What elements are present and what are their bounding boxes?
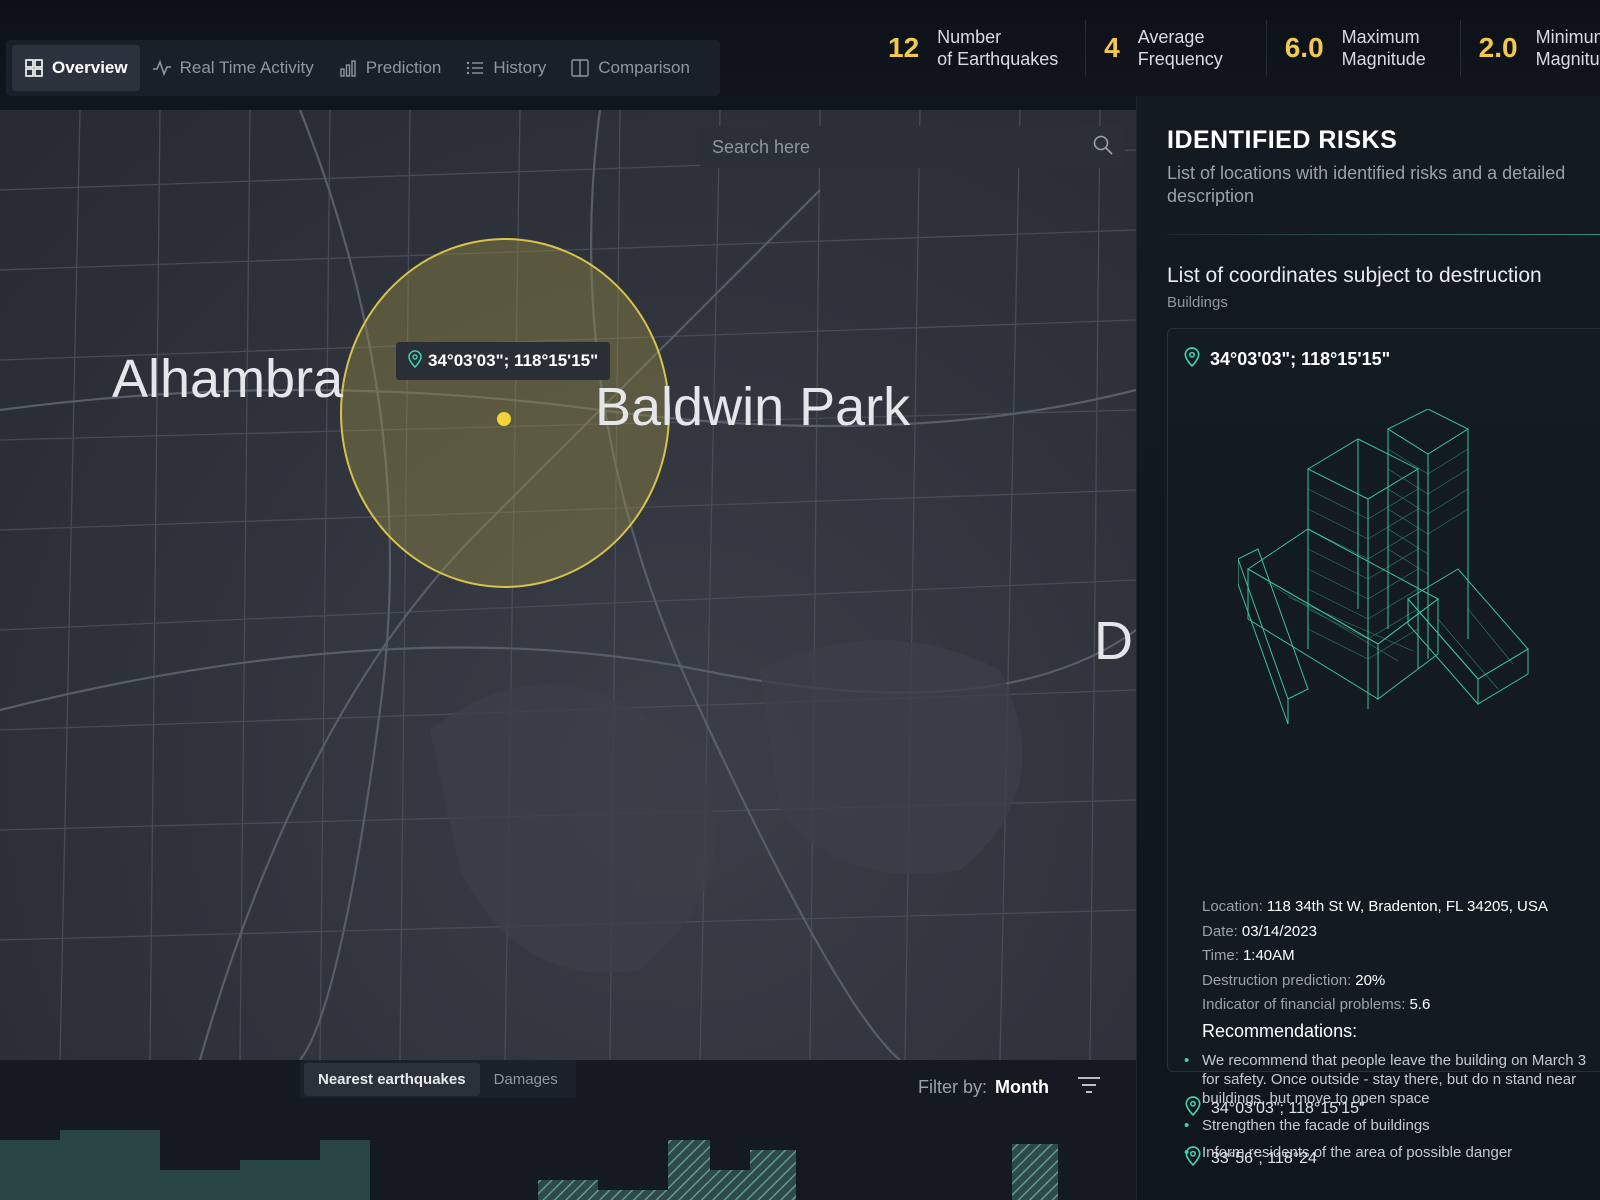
location-pin-icon xyxy=(408,349,422,373)
map-view[interactable]: 34°03'03"; 118°15'15" Alhambra Baldwin P… xyxy=(0,110,1136,1060)
stat-maximum-magnitude: 6.0 Maximum Magnitude xyxy=(1267,20,1461,76)
tab-damages[interactable]: Damages xyxy=(480,1063,572,1096)
stat-value: 2.0 xyxy=(1478,32,1518,63)
nav-tab-label: Prediction xyxy=(365,58,442,77)
nav-tab-overview[interactable]: Overview xyxy=(12,45,140,91)
detail-label: Location: xyxy=(1202,898,1263,915)
risk-detail-card[interactable]: 34°03'03"; 118°15'15" Location: 118 34th… xyxy=(1167,328,1600,1162)
nav-tab-comparison[interactable]: Comparison xyxy=(558,45,702,91)
stat-value: 4 xyxy=(1104,32,1120,63)
detail-label: Indicator of financial problems: xyxy=(1202,996,1406,1013)
panel-description: List of locations with identified risks … xyxy=(1167,163,1566,206)
detail-time: Time: 1:40AM xyxy=(1202,944,1548,969)
map-search-box[interactable] xyxy=(700,126,1125,168)
city-label-partial: Di xyxy=(1094,611,1136,671)
recommendations-title: Recommendations: xyxy=(1202,1021,1358,1041)
earthquake-histogram xyxy=(0,1130,1058,1200)
detail-location: Location: 118 34th St W, Bradenton, FL 34… xyxy=(1202,895,1548,920)
stat-label: Number of Earthquakes xyxy=(937,27,1059,69)
location-pin-icon xyxy=(1185,1146,1201,1171)
filter-icon[interactable] xyxy=(1077,1076,1101,1099)
top-bar: Overview Real Time Activity Prediction H… xyxy=(0,0,1600,110)
epicenter-marker[interactable] xyxy=(497,412,511,426)
detail-value: 5.6 xyxy=(1409,996,1431,1013)
detail-value: 118 34th St W, Bradenton, FL 34205, USA xyxy=(1266,898,1548,915)
location-pin-icon xyxy=(1184,347,1200,372)
location-pin-icon xyxy=(1185,1096,1201,1121)
grid-icon xyxy=(24,58,44,78)
search-input[interactable] xyxy=(712,136,1093,158)
risk-details: Location: 118 34th St W, Bradenton, FL 34… xyxy=(1202,895,1548,1018)
nav-tab-label: History xyxy=(493,58,547,77)
columns-icon xyxy=(570,58,590,78)
detail-label: Time: xyxy=(1202,947,1239,964)
detail-label: Destruction prediction: xyxy=(1202,971,1352,989)
earthquake-stats: 12 Number of Earthquakes 4 Average Frequ… xyxy=(870,18,1600,78)
nav-tab-history[interactable]: History xyxy=(453,45,558,91)
coordinate-list-item[interactable]: 33°56´; 118°24 xyxy=(1185,1146,1317,1171)
marker-coordinates-tooltip: 34°03'03"; 118°15'15" xyxy=(396,342,611,380)
card-coordinates-text: 34°03'03"; 118°15'15" xyxy=(1210,349,1391,369)
stat-minimum-magnitude: 2.0 Minimum Magnitude xyxy=(1461,20,1600,76)
main-navigation: Overview Real Time Activity Prediction H… xyxy=(6,40,720,96)
detail-destruction-prediction: Destruction prediction: 20% xyxy=(1202,969,1548,994)
filter-label: Filter by: xyxy=(918,1077,988,1097)
coordinate-list-item[interactable]: 34°03'03"; 118°15'15" xyxy=(1185,1096,1365,1121)
time-filter[interactable]: Filter by: Month xyxy=(918,1076,1101,1099)
card-coordinates: 34°03'03"; 118°15'15" xyxy=(1184,347,1390,372)
filter-value[interactable]: Month xyxy=(995,1077,1049,1098)
stat-value: 6.0 xyxy=(1284,32,1324,63)
nav-tab-real-time-activity[interactable]: Real Time Activity xyxy=(140,45,326,91)
tab-nearest-earthquakes[interactable]: Nearest earthquakes xyxy=(304,1062,480,1096)
detail-value: 20% xyxy=(1355,971,1386,989)
search-icon[interactable] xyxy=(1093,135,1113,160)
bar-chart-icon xyxy=(338,58,358,78)
nav-tab-prediction[interactable]: Prediction xyxy=(326,45,454,91)
activity-icon xyxy=(152,58,172,78)
marker-coordinates-text: 34°03'03"; 118°15'15" xyxy=(428,351,599,370)
stat-label: Average Frequency xyxy=(1137,27,1223,69)
city-label-alhambra: Alhambra xyxy=(112,349,344,409)
list-icon xyxy=(465,58,485,78)
detail-value: 03/14/2023 xyxy=(1241,922,1317,940)
identified-risks-panel: IDENTIFIED RISKS List of locations with … xyxy=(1136,96,1600,1200)
bottom-tabs: Nearest earthquakes Damages xyxy=(300,1060,576,1098)
bottom-chart-area: Nearest earthquakes Damages Filter by: M… xyxy=(0,1060,1136,1200)
nav-tab-label: Comparison xyxy=(598,58,690,77)
detail-date: Date: 03/14/2023 xyxy=(1202,920,1548,945)
coordinate-text: 34°03'03"; 118°15'15" xyxy=(1211,1099,1365,1117)
stat-label: Maximum Magnitude xyxy=(1341,27,1426,69)
city-label-baldwin-park: Baldwin Park xyxy=(595,377,911,437)
stat-number-of-earthquakes: 12 Number of Earthquakes xyxy=(870,20,1087,76)
detail-value: 1:40AM xyxy=(1242,947,1295,964)
detail-financial-indicator: Indicator of financial problems: 5.6 xyxy=(1202,993,1548,1018)
building-wireframe-model xyxy=(1238,409,1529,725)
divider xyxy=(1167,234,1600,235)
detail-label: Date: xyxy=(1202,922,1238,940)
stat-average-frequency: 4 Average Frequency xyxy=(1086,20,1267,76)
coordinates-list-title: List of coordinates subject to destructi… xyxy=(1167,264,1542,287)
stat-value: 12 xyxy=(888,32,920,63)
nav-tab-label: Real Time Activity xyxy=(179,58,314,77)
panel-title: IDENTIFIED RISKS xyxy=(1167,126,1398,154)
nav-tab-label: Overview xyxy=(52,58,128,77)
coordinate-text: 33°56´; 118°24 xyxy=(1211,1149,1317,1167)
coordinates-list-caption: Buildings xyxy=(1167,294,1228,311)
stat-label: Minimum Magnitude xyxy=(1535,27,1600,69)
